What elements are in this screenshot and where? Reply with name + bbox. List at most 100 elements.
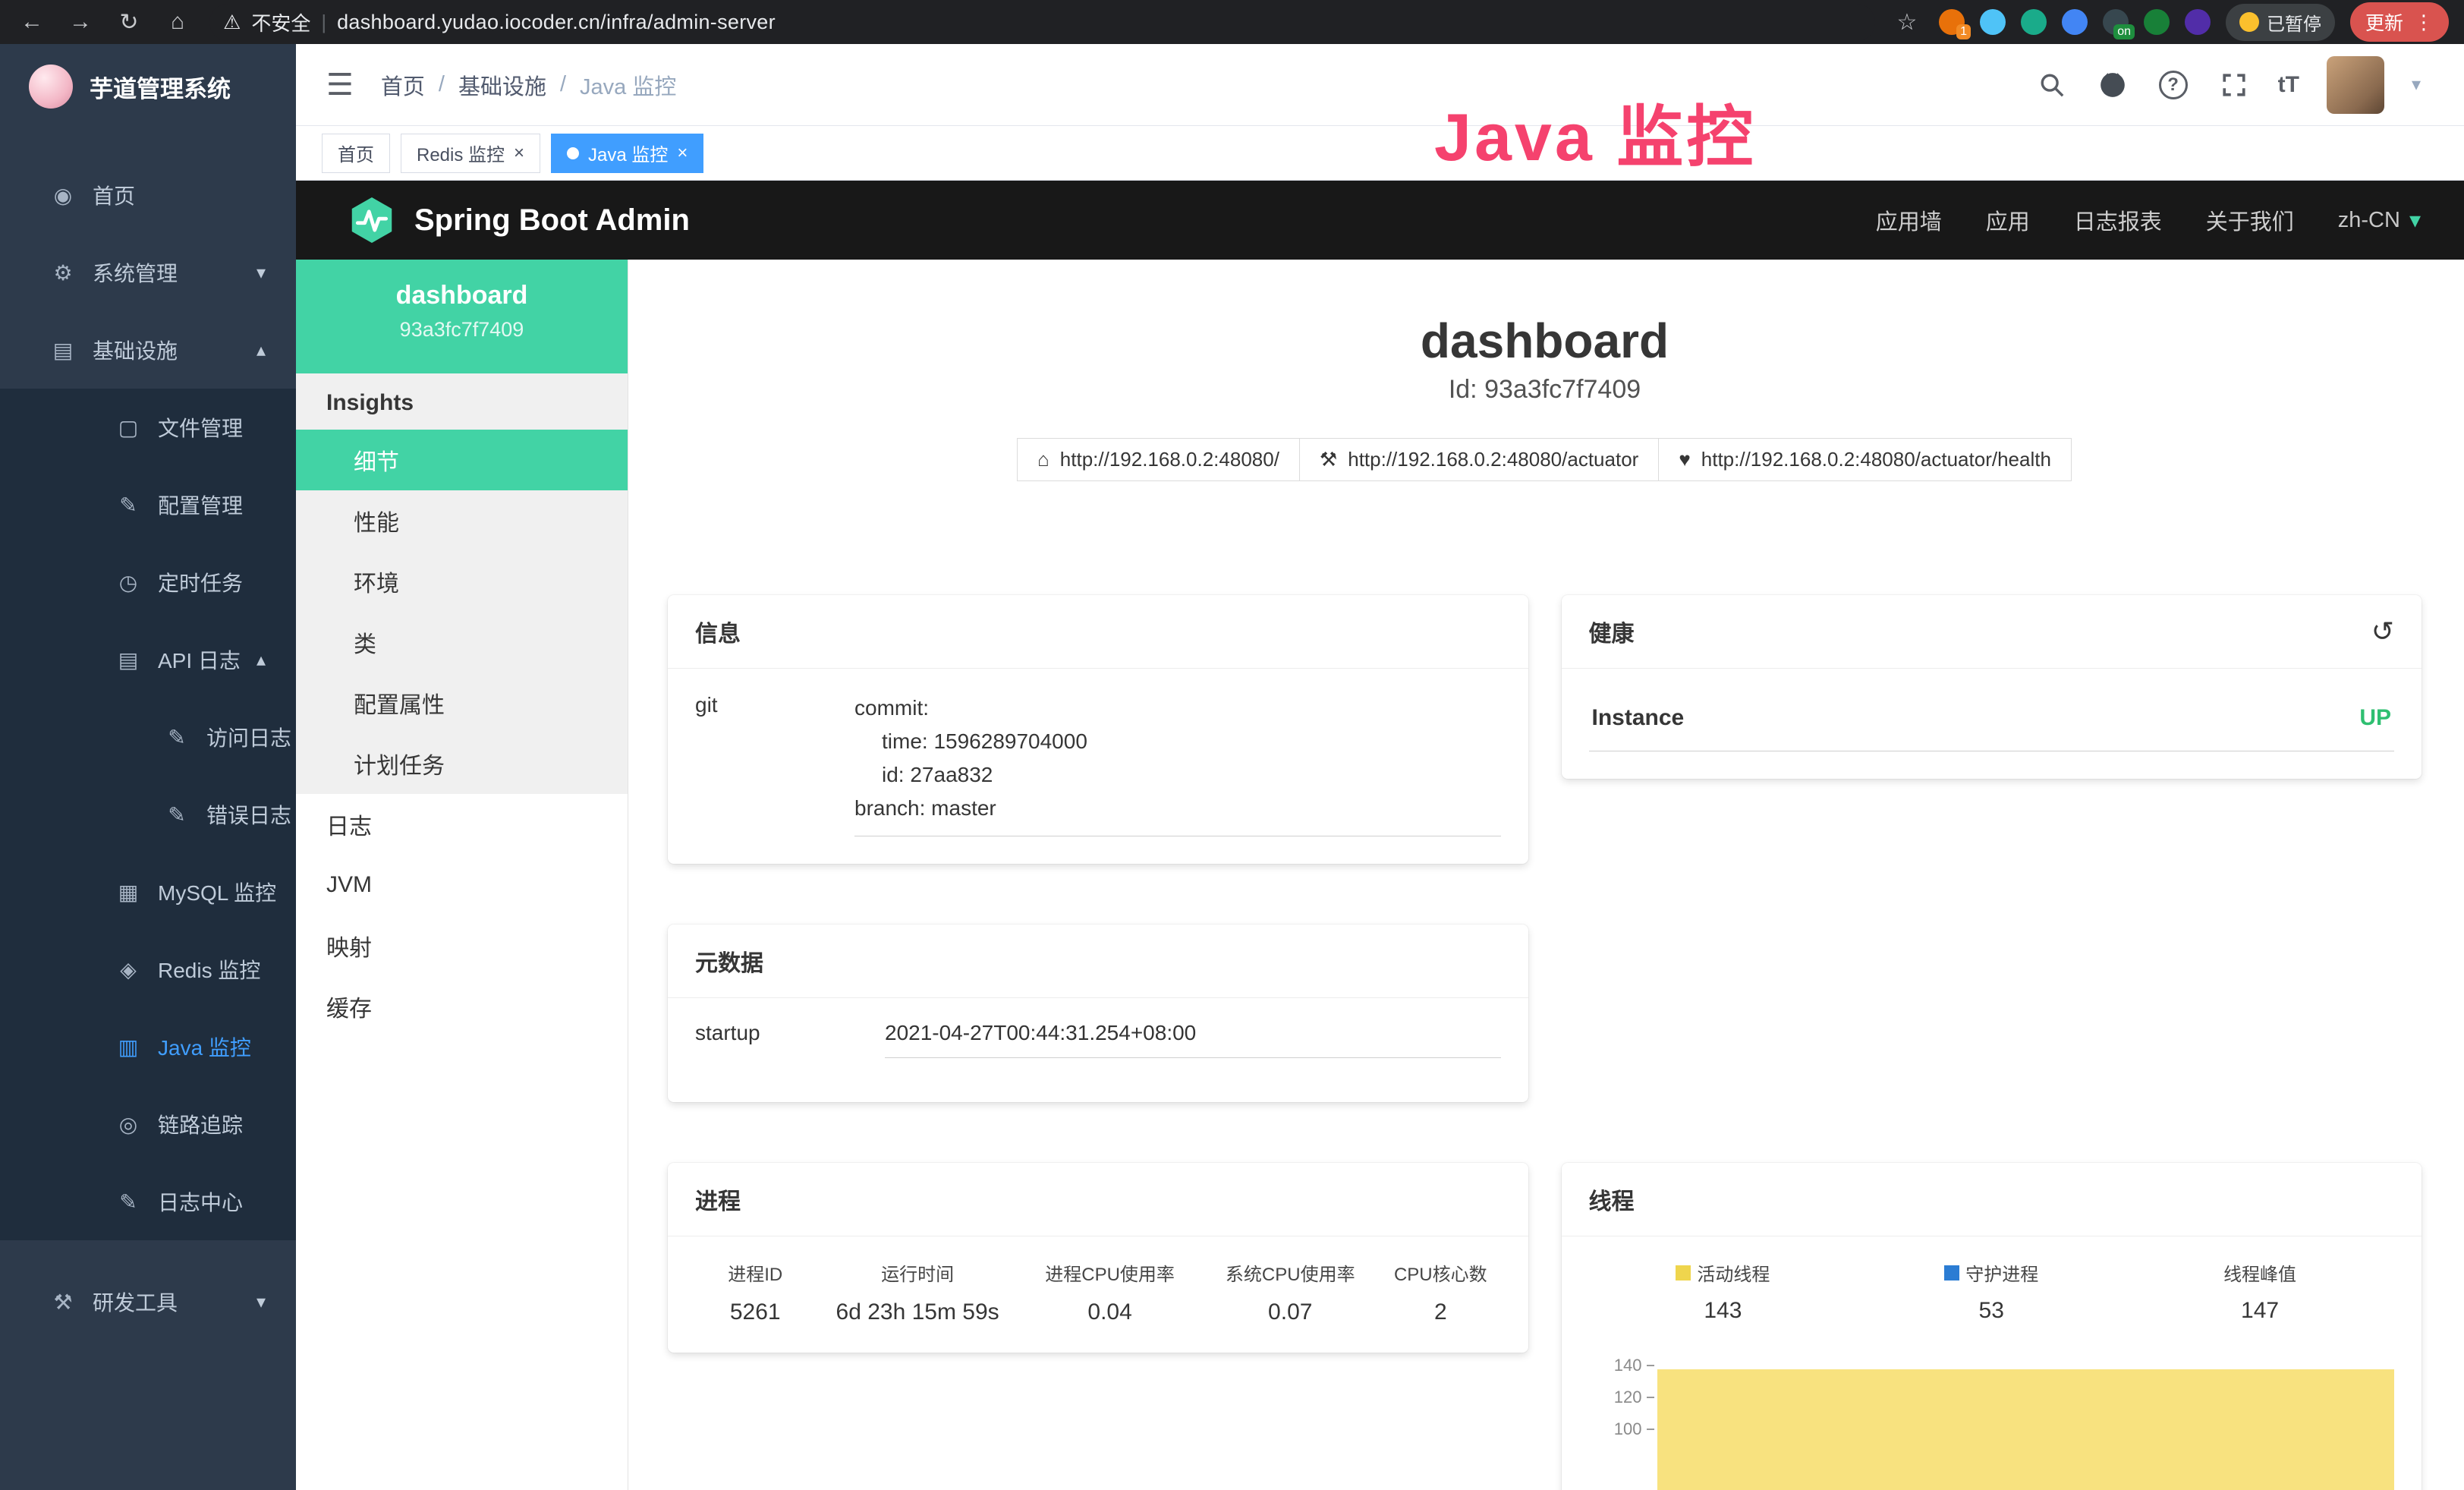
sidebar-item-infrastructure[interactable]: ▤ 基础设施 ▴ — [0, 311, 296, 389]
process-col-uptime: 运行时间 6d 23h 15m 59s — [815, 1259, 1019, 1325]
sidebar-item-scheduled-jobs[interactable]: ◷ 定时任务 — [0, 543, 296, 621]
sidebar-item-file-management[interactable]: ▢ 文件管理 — [0, 389, 296, 466]
extension-icon-orange[interactable]: 1 — [1939, 9, 1965, 35]
sidebar-item-system-management[interactable]: ⚙ 系统管理 ▾ — [0, 234, 296, 311]
col-header: CPU核心数 — [1380, 1259, 1500, 1286]
breadcrumb-home[interactable]: 首页 — [381, 69, 425, 101]
extension-icon-green-circle[interactable] — [2021, 9, 2047, 35]
sidebar-item-label: MySQL 监控 — [158, 877, 276, 907]
search-icon[interactable] — [2035, 68, 2069, 102]
sba-item-jvm[interactable]: JVM — [296, 855, 628, 915]
health-url-link[interactable]: ♥ http://192.168.0.2:48080/actuator/heal… — [1658, 438, 2072, 481]
cards-grid: 信息 git commit: time: 1596289704000 id: 2… — [668, 595, 2422, 1490]
sba-brand-title[interactable]: Spring Boot Admin — [414, 203, 690, 238]
close-icon[interactable]: × — [677, 143, 688, 164]
history-icon[interactable]: ↺ — [2371, 616, 2394, 647]
sba-item-scheduled-tasks[interactable]: 计划任务 — [296, 733, 628, 794]
extension-icon-dropper[interactable] — [1980, 9, 2006, 35]
browser-menu-icon[interactable]: ⋮ — [2414, 11, 2434, 34]
sidebar-item-api-logs[interactable]: ▤ API 日志 ▴ — [0, 621, 296, 698]
sidebar-item-tracing[interactable]: ◎ 链路追踪 — [0, 1085, 296, 1163]
paused-chip[interactable]: 已暂停 — [2226, 4, 2335, 41]
metadata-card-title: 元数据 — [695, 944, 763, 978]
sba-nav-about[interactable]: 关于我们 — [2206, 204, 2294, 236]
sba-item-mappings[interactable]: 映射 — [296, 915, 628, 976]
avatar-caret-icon[interactable]: ▾ — [2412, 74, 2421, 96]
sidebar-item-log-center[interactable]: ✎ 日志中心 — [0, 1163, 296, 1240]
sidebar-item-error-logs[interactable]: ✎ 错误日志 — [0, 776, 296, 853]
service-url-link[interactable]: ⌂ http://192.168.0.2:48080/ — [1017, 438, 1300, 481]
process-table: 进程ID 5261 运行时间 6d 23h 15m 59s 进程CPU使用率 0… — [695, 1259, 1501, 1325]
app-logo-row[interactable]: 芋道管理系统 — [0, 44, 296, 129]
tab-redis-monitor[interactable]: Redis 监控 × — [401, 134, 540, 173]
metadata-row: startup 2021-04-27T00:44:31.254+08:00 — [695, 1021, 1501, 1075]
sidebar: 芋道管理系统 ◉ 首页 ⚙ 系统管理 ▾ ▤ 基础设施 ▴ ▢ 文件管理 ✎ — [0, 44, 296, 1490]
tab-home[interactable]: 首页 — [322, 134, 390, 173]
sba-nav-journal[interactable]: 日志报表 — [2074, 204, 2162, 236]
app-title: 芋道管理系统 — [90, 70, 231, 104]
health-instance-row[interactable]: Instance UP — [1589, 691, 2395, 751]
col-header: 系统CPU使用率 — [1200, 1259, 1380, 1286]
sidebar-item-mysql-monitor[interactable]: ▦ MySQL 监控 — [0, 853, 296, 931]
health-instance-label: Instance — [1592, 705, 1685, 731]
sba-item-caches[interactable]: 缓存 — [296, 976, 628, 1037]
col-value: 2 — [1380, 1299, 1500, 1325]
home-icon: ⌂ — [1037, 448, 1049, 471]
sidebar-item-config-management[interactable]: ✎ 配置管理 — [0, 466, 296, 543]
extension-icon-grid[interactable] — [2062, 9, 2088, 35]
sidebar-item-label: 访问日志 — [206, 722, 291, 752]
sba-item-details[interactable]: 细节 — [296, 430, 628, 490]
log-center-icon: ✎ — [114, 1189, 143, 1214]
sba-item-classes[interactable]: 类 — [296, 612, 628, 673]
extension-icon-puzzle[interactable] — [2185, 9, 2211, 35]
sidebar-item-home[interactable]: ◉ 首页 — [0, 156, 296, 234]
security-warning-icon[interactable]: ⚠ — [223, 11, 241, 34]
instance-header[interactable]: dashboard 93a3fc7f7409 — [296, 260, 628, 373]
url-text[interactable]: dashboard.yudao.iocoder.cn/infra/admin-s… — [337, 11, 776, 34]
sba-item-config-props[interactable]: 配置属性 — [296, 673, 628, 733]
update-button[interactable]: 更新 ⋮ — [2350, 2, 2449, 42]
sba-item-environment[interactable]: 环境 — [296, 551, 628, 612]
github-icon[interactable] — [2096, 68, 2129, 102]
sba-nav-wallboard[interactable]: 应用墙 — [1876, 204, 1942, 236]
metadata-key: startup — [695, 1021, 885, 1045]
col-header: 进程CPU使用率 — [1020, 1259, 1201, 1286]
metadata-card: 元数据 startup 2021-04-27T00:44:31.254+08:0… — [668, 925, 1528, 1102]
back-icon[interactable]: ← — [15, 9, 49, 35]
sidebar-item-access-logs[interactable]: ✎ 访问日志 — [0, 698, 296, 776]
address-separator: | — [321, 11, 326, 34]
col-header: 进程ID — [695, 1259, 815, 1286]
sidebar-item-java-monitor[interactable]: ▥ Java 监控 — [0, 1008, 296, 1085]
tab-label: Redis 监控 — [417, 140, 505, 166]
fullscreen-icon[interactable] — [2217, 68, 2251, 102]
font-size-icon[interactable]: tT — [2278, 72, 2299, 98]
sidebar-item-redis-monitor[interactable]: ◈ Redis 监控 — [0, 931, 296, 1008]
close-icon[interactable]: × — [514, 143, 524, 164]
tab-java-monitor[interactable]: Java 监控 × — [551, 134, 703, 173]
extension-icon-switch[interactable]: on — [2103, 9, 2129, 35]
avatar[interactable] — [2327, 56, 2384, 114]
extension-icon-leaf[interactable] — [2144, 9, 2170, 35]
sidebar-item-label: Java 监控 — [158, 1032, 251, 1062]
file-icon: ▢ — [114, 415, 143, 440]
tabs-bar: 首页 Redis 监控 × Java 监控 × — [296, 126, 2464, 181]
sidebar-item-dev-tools[interactable]: ⚒ 研发工具 ▾ — [0, 1263, 296, 1340]
sba-item-metrics[interactable]: 性能 — [296, 490, 628, 551]
tab-label: 首页 — [338, 140, 374, 166]
collapse-sidebar-icon[interactable]: ☰ — [326, 68, 354, 102]
sba-item-logs[interactable]: 日志 — [296, 794, 628, 855]
address-bar[interactable]: ⚠ 不安全 | dashboard.yudao.iocoder.cn/infra… — [209, 4, 1875, 41]
col-value: 6d 23h 15m 59s — [815, 1299, 1019, 1325]
chevron-up-icon: ▴ — [256, 339, 266, 361]
instance-name: dashboard — [296, 281, 628, 310]
reload-icon[interactable]: ↻ — [112, 9, 146, 36]
actuator-url-link[interactable]: ⚒ http://192.168.0.2:48080/actuator — [1299, 438, 1659, 481]
update-label: 更新 — [2365, 8, 2403, 36]
browser-home-icon[interactable]: ⌂ — [161, 9, 194, 35]
sba-nav-applications[interactable]: 应用 — [1986, 204, 2030, 236]
bookmark-star-icon[interactable]: ☆ — [1890, 9, 1924, 36]
help-icon[interactable]: ? — [2157, 68, 2190, 102]
trace-icon: ◎ — [114, 1112, 143, 1137]
forward-icon[interactable]: → — [64, 9, 97, 35]
sba-language-select[interactable]: zh-CN ▾ — [2338, 207, 2421, 234]
